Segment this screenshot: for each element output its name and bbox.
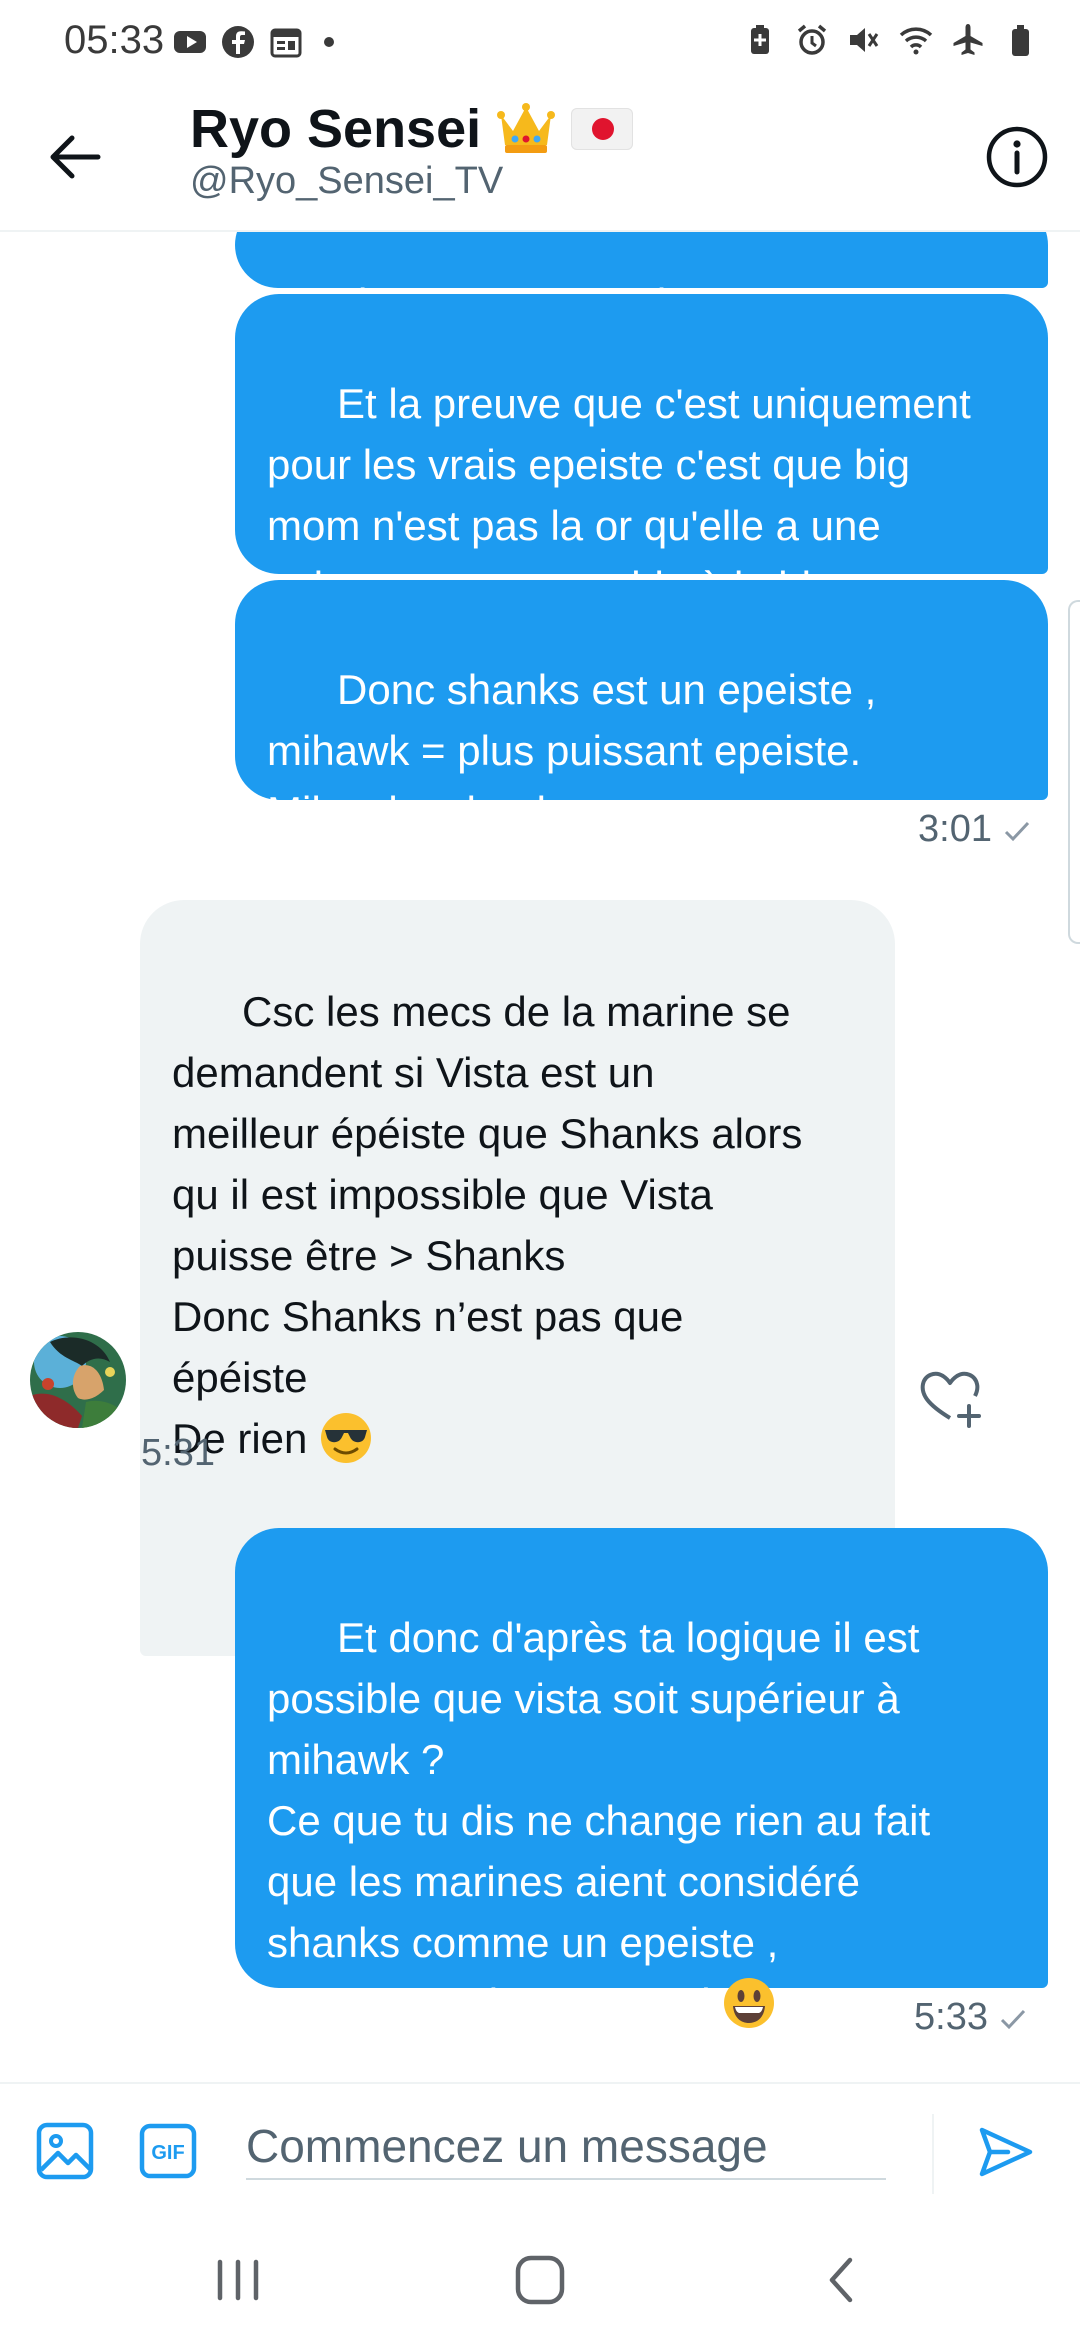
composer-divider — [932, 2114, 934, 2194]
message-timestamp: 5:33 — [914, 1996, 1028, 2039]
back-icon[interactable] — [820, 2252, 864, 2308]
battery-saver-icon — [751, 25, 769, 54]
message-timestamp: 5:31 — [141, 1432, 215, 1475]
message-list[interactable]: classement pour les EPEISTE Et la preuve… — [0, 230, 1080, 2082]
avatar[interactable] — [30, 1332, 126, 1428]
message-input[interactable] — [246, 2114, 886, 2180]
japan-flag-icon — [571, 108, 634, 150]
youtube-icon — [174, 31, 206, 53]
image-icon[interactable] — [34, 2120, 96, 2182]
recent-apps-icon[interactable] — [210, 2254, 266, 2306]
message-composer: GIF — [0, 2082, 1080, 2224]
message-time: 5:33 — [914, 1996, 988, 2038]
notification-icons — [172, 24, 334, 60]
mute-icon — [850, 28, 879, 52]
system-nav-bar — [0, 2222, 1080, 2340]
check-icon — [1004, 821, 1030, 842]
sent-message-bubble[interactable]: classement pour les EPEISTE — [235, 230, 1048, 327]
contact-title[interactable]: Ryo Sensei — [190, 98, 634, 160]
sunglasses-emoji — [321, 1412, 372, 1463]
message-time: 3:01 — [918, 808, 992, 850]
contact-handle: @Ryo_Sensei_TV — [190, 160, 504, 202]
avatar-image — [30, 1332, 126, 1428]
facebook-icon — [222, 26, 254, 58]
status-time: 05:33 — [64, 18, 165, 62]
heart-plus-icon[interactable] — [917, 1366, 983, 1428]
message-text: Csc les mecs de la marine se demandent s… — [172, 988, 803, 1462]
scrollbar[interactable] — [1068, 600, 1080, 944]
status-bar: 05:33 — [0, 0, 1080, 84]
alarm-icon — [797, 24, 827, 55]
home-icon[interactable] — [510, 2252, 570, 2308]
message-timestamp: 3:01 — [918, 808, 1032, 851]
system-icons — [742, 22, 1038, 58]
message-time: 5:31 — [141, 1432, 215, 1474]
grinning-emoji — [724, 1977, 775, 2028]
gif-label: GIF — [151, 2142, 184, 2164]
sent-message-bubble[interactable]: Et donc d'après ta logique il est possib… — [235, 1528, 1048, 2028]
sent-message-bubble[interactable]: Donc shanks est un epeiste , mihawk = pl… — [235, 580, 1048, 835]
contact-name: Ryo Sensei — [190, 99, 482, 159]
sent-message-bubble[interactable]: Et la preuve que c'est uniquement pour l… — [235, 294, 1048, 610]
wifi-icon — [899, 27, 933, 55]
gif-icon: GIF — [139, 2123, 197, 2179]
more-dot-icon — [324, 37, 334, 47]
airplane-icon — [953, 24, 983, 55]
conversation-header: Ryo Sensei @Ryo_Sensei_TV — [0, 84, 1080, 232]
message-text: Et la preuve que c'est uniquement pour l… — [267, 380, 971, 610]
send-icon[interactable] — [976, 2122, 1036, 2182]
dm-conversation-screen: 05:33 Ryo Sensei @Ryo_Sensei_TV Et la pr… — [0, 0, 1080, 2340]
arrow-left-icon[interactable] — [40, 122, 110, 192]
check-icon — [1000, 2009, 1026, 2030]
info-icon[interactable] — [984, 124, 1050, 190]
gif-button[interactable]: GIF — [138, 2122, 198, 2180]
message-text: Donc shanks est un epeiste , mihawk = pl… — [267, 666, 877, 835]
crown-icon — [497, 103, 556, 153]
message-text: Et donc d'après ta logique il est possib… — [267, 1614, 931, 2027]
battery-icon — [1012, 25, 1029, 56]
calendar-icon — [270, 28, 302, 58]
